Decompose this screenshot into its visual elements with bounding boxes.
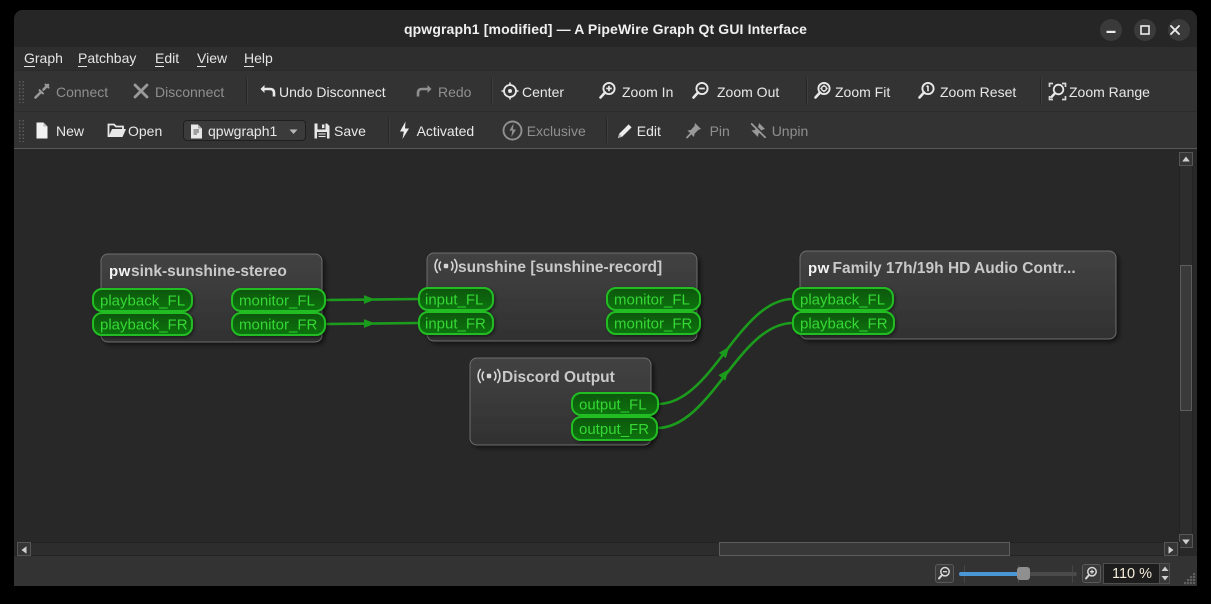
svg-text:monitor_FR: monitor_FR bbox=[239, 317, 318, 334]
svg-text:playback_FR: playback_FR bbox=[800, 316, 888, 333]
svg-text:sunshine [sunshine-record]: sunshine [sunshine-record] bbox=[458, 259, 662, 276]
svg-text:monitor_FL: monitor_FL bbox=[614, 292, 690, 309]
svg-text:playback_FR: playback_FR bbox=[100, 317, 188, 334]
svg-text:input_FR: input_FR bbox=[425, 316, 486, 333]
svg-text:input_FL: input_FL bbox=[425, 292, 483, 309]
svg-text:Discord Output: Discord Output bbox=[502, 369, 615, 386]
svg-text:monitor_FL: monitor_FL bbox=[239, 293, 315, 310]
svg-text:sink-sunshine-stereo: sink-sunshine-stereo bbox=[131, 263, 287, 280]
svg-text:output_FR: output_FR bbox=[579, 421, 649, 438]
svg-text:playback_FL: playback_FL bbox=[100, 293, 185, 310]
svg-text:Family 17h/19h HD Audio Contr.: Family 17h/19h HD Audio Contr... bbox=[833, 260, 1076, 277]
svg-text:monitor_FR: monitor_FR bbox=[614, 316, 693, 333]
svg-text:output_FL: output_FL bbox=[579, 397, 647, 414]
svg-text:playback_FL: playback_FL bbox=[800, 292, 885, 309]
